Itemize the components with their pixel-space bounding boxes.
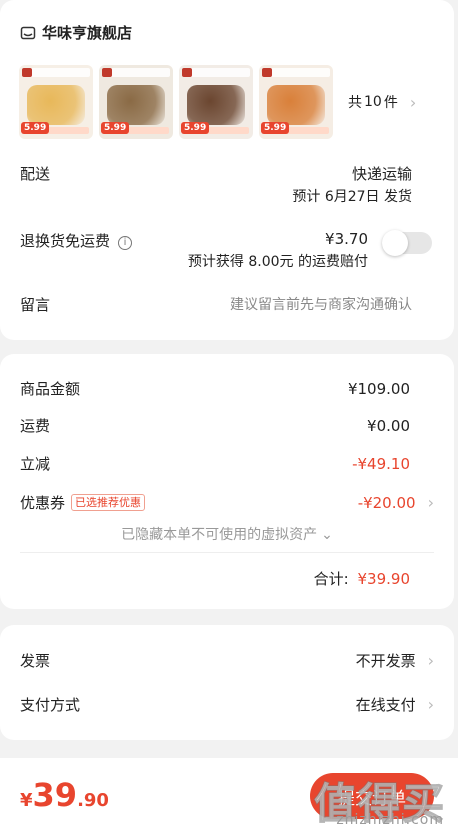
shipping-fee-row: 运费 ¥0.00 <box>20 415 434 436</box>
product-image <box>27 85 85 125</box>
total-label: 合计: <box>313 570 349 588</box>
return-free-price: ¥3.70 <box>325 230 368 248</box>
item-count[interactable]: 共 10 件 › <box>348 92 416 112</box>
coupon-badge: 已选推荐优惠 <box>71 494 146 511</box>
summary-divider <box>20 552 434 553</box>
chevron-right-icon: › <box>427 695 434 714</box>
product-thumbnail[interactable]: 5.99 <box>19 65 93 139</box>
discount-row: 立减 -¥49.10 <box>20 453 434 474</box>
goods-amount-value: ¥109.00 <box>347 379 410 398</box>
checkout-total: ¥39.90 <box>20 776 109 814</box>
product-image <box>267 85 325 125</box>
thumbnail-price: 5.99 <box>261 122 290 134</box>
delivery-method: 快递运输 <box>351 165 412 183</box>
store-header[interactable]: 华味亨旗舰店 <box>20 22 132 43</box>
thumbnail-price: 5.99 <box>181 122 210 134</box>
invoice-payment-card: 发票 不开发票 › 支付方式 在线支付 › <box>0 625 454 740</box>
chevron-right-icon: › <box>409 92 417 112</box>
payment-row[interactable]: 支付方式 在线支付 › <box>20 694 434 715</box>
invoice-row[interactable]: 发票 不开发票 › <box>20 650 434 671</box>
message-input[interactable]: 建议留言前先与商家沟通确认 <box>230 294 412 314</box>
product-thumbnail[interactable]: 5.99 <box>179 65 253 139</box>
store-icon <box>20 25 36 41</box>
return-free-toggle[interactable] <box>382 230 432 256</box>
message-label: 留言 <box>20 296 51 314</box>
hidden-assets-toggle[interactable]: 已隐藏本单不可使用的虚拟资产 ⌄ <box>0 524 454 544</box>
goods-amount-label: 商品金额 <box>20 380 81 398</box>
discount-label: 立减 <box>20 455 51 473</box>
goods-amount-row: 商品金额 ¥109.00 <box>20 378 434 399</box>
product-thumbnail[interactable]: 5.99 <box>99 65 173 139</box>
coupon-label: 优惠券 <box>20 494 66 512</box>
discount-value: -¥49.10 <box>352 454 410 473</box>
coupon-value: -¥20.00 <box>357 493 416 512</box>
invoice-label: 发票 <box>20 652 51 670</box>
payment-label: 支付方式 <box>20 696 81 714</box>
shipping-fee-value: ¥0.00 <box>367 416 410 435</box>
chevron-right-icon: › <box>427 493 434 512</box>
shipping-fee-label: 运费 <box>20 417 51 435</box>
thumbnail-price: 5.99 <box>21 122 50 134</box>
chevron-down-icon: ⌄ <box>321 527 333 543</box>
total-row: 合计: ¥39.90 <box>314 568 410 589</box>
payment-value: 在线支付 <box>355 696 416 714</box>
product-thumbnail[interactable]: 5.99 <box>259 65 333 139</box>
promo-tag <box>102 68 170 77</box>
chevron-right-icon: › <box>427 651 434 670</box>
promo-tag <box>22 68 90 77</box>
order-card: 华味亨旗舰店 5.99 5.99 5.99 5.99 共 10 件 › 配送 快递运输… <box>0 0 454 340</box>
watermark-url: zhizhizhi.com <box>336 812 444 828</box>
delivery-eta: 预计 6月27日 发货 <box>292 189 412 205</box>
invoice-value: 不开发票 <box>355 652 416 670</box>
info-icon[interactable]: i <box>118 236 133 250</box>
store-name: 华味亨旗舰店 <box>42 24 133 42</box>
toggle-knob <box>382 230 408 256</box>
price-summary-card: 商品金额 ¥109.00 运费 ¥0.00 立减 -¥49.10 优惠券 已选推荐… <box>0 354 454 609</box>
delivery-label: 配送 <box>20 165 51 183</box>
promo-tag <box>182 68 250 77</box>
return-free-note: 预计获得 8.00元 的运费赔付 <box>187 254 368 270</box>
product-image <box>107 85 165 125</box>
return-free-label: 退换货免运费 <box>20 232 111 250</box>
coupon-row[interactable]: 优惠券 已选推荐优惠 -¥20.00 › <box>20 492 434 513</box>
thumbnail-price: 5.99 <box>101 122 130 134</box>
total-value: ¥39.90 <box>357 570 411 588</box>
product-image <box>187 85 245 125</box>
promo-tag <box>262 68 330 77</box>
